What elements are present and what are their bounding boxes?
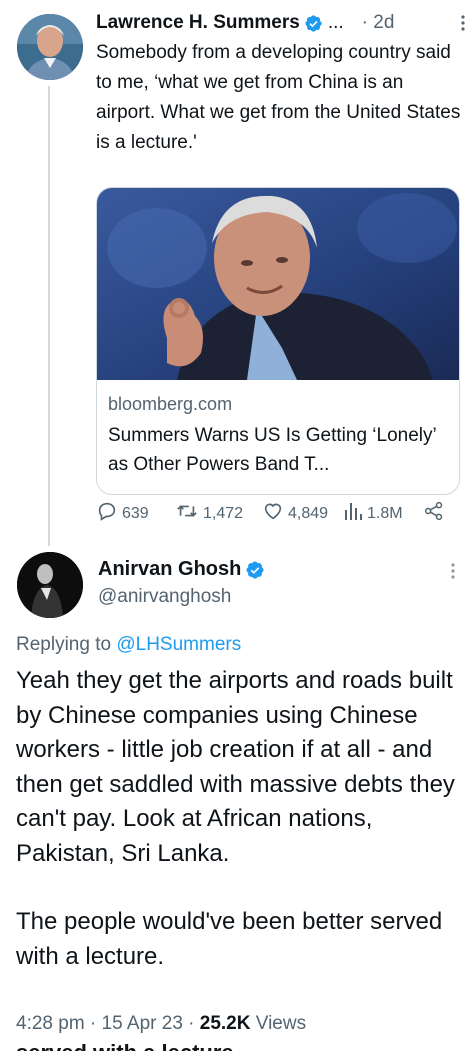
like-button[interactable]: 4,849 bbox=[262, 500, 328, 527]
share-icon bbox=[424, 500, 448, 527]
name-truncation: ... bbox=[327, 12, 344, 33]
replying-prefix: Replying to bbox=[16, 634, 117, 655]
like-icon bbox=[262, 500, 288, 527]
share-button[interactable] bbox=[424, 500, 448, 527]
author-name[interactable]: Anirvan Ghosh bbox=[98, 558, 241, 581]
tweet-header: Lawrence H. Summers ... · 2d bbox=[96, 10, 466, 36]
avatar-anirvan[interactable] bbox=[17, 552, 83, 618]
retweet-count: 1,472 bbox=[203, 504, 244, 522]
tweet-actions: 639 1,472 4,849 1.8M bbox=[96, 500, 456, 524]
card-image bbox=[97, 188, 459, 380]
card-domain: bloomberg.com bbox=[108, 394, 233, 414]
views-label: Views bbox=[250, 1013, 307, 1034]
reply-count: 639 bbox=[122, 504, 149, 522]
tweet-timestamp[interactable]: 4:28 pm · 15 Apr 23 · bbox=[16, 1013, 200, 1034]
more-icon[interactable] bbox=[450, 562, 456, 580]
views-icon bbox=[343, 500, 367, 527]
link-card[interactable]: bloomberg.com Summers Warns US Is Gettin… bbox=[96, 187, 460, 495]
tweet-time[interactable]: · 2d bbox=[362, 12, 395, 34]
author-name-anirvan[interactable]: Anirvan Ghosh bbox=[98, 558, 264, 581]
views-count: 1.8M bbox=[367, 504, 403, 522]
author-name[interactable]: Lawrence H. Summers bbox=[96, 12, 300, 34]
reply-button[interactable]: 639 bbox=[96, 500, 149, 527]
like-count: 4,849 bbox=[288, 504, 329, 522]
tweet-paragraph-2: The people would've been better served w… bbox=[16, 908, 443, 970]
tweet-summers[interactable]: Lawrence H. Summers ... · 2d Somebody fr… bbox=[0, 0, 474, 545]
more-icon[interactable] bbox=[460, 14, 466, 32]
avatar-summers[interactable] bbox=[17, 14, 83, 80]
card-title[interactable]: Summers Warns US Is Getting ‘Lonely’ as … bbox=[108, 421, 448, 479]
tweet-body: Yeah they get the airports and roads bui… bbox=[16, 664, 466, 974]
replying-to: Replying to @LHSummers bbox=[16, 634, 241, 656]
clipped-text: served with a lecture bbox=[16, 1040, 234, 1051]
reply-icon bbox=[96, 500, 122, 527]
tweet-meta: 4:28 pm · 15 Apr 23 · 25.2K Views bbox=[16, 1013, 306, 1035]
author-handle[interactable]: @anirvanghosh bbox=[98, 586, 231, 608]
views-count: 25.2K bbox=[199, 1013, 251, 1034]
retweet-button[interactable]: 1,472 bbox=[175, 500, 243, 527]
tweet-paragraph-1: Yeah they get the airports and roads bui… bbox=[16, 667, 455, 867]
tweet-text: Somebody from a developing country said … bbox=[96, 42, 461, 153]
views-button[interactable]: 1.8M bbox=[343, 500, 403, 527]
retweet-icon bbox=[175, 500, 203, 527]
mention-link[interactable]: @LHSummers bbox=[116, 634, 241, 655]
verified-badge-icon bbox=[245, 560, 264, 579]
verified-badge-icon bbox=[304, 14, 323, 33]
